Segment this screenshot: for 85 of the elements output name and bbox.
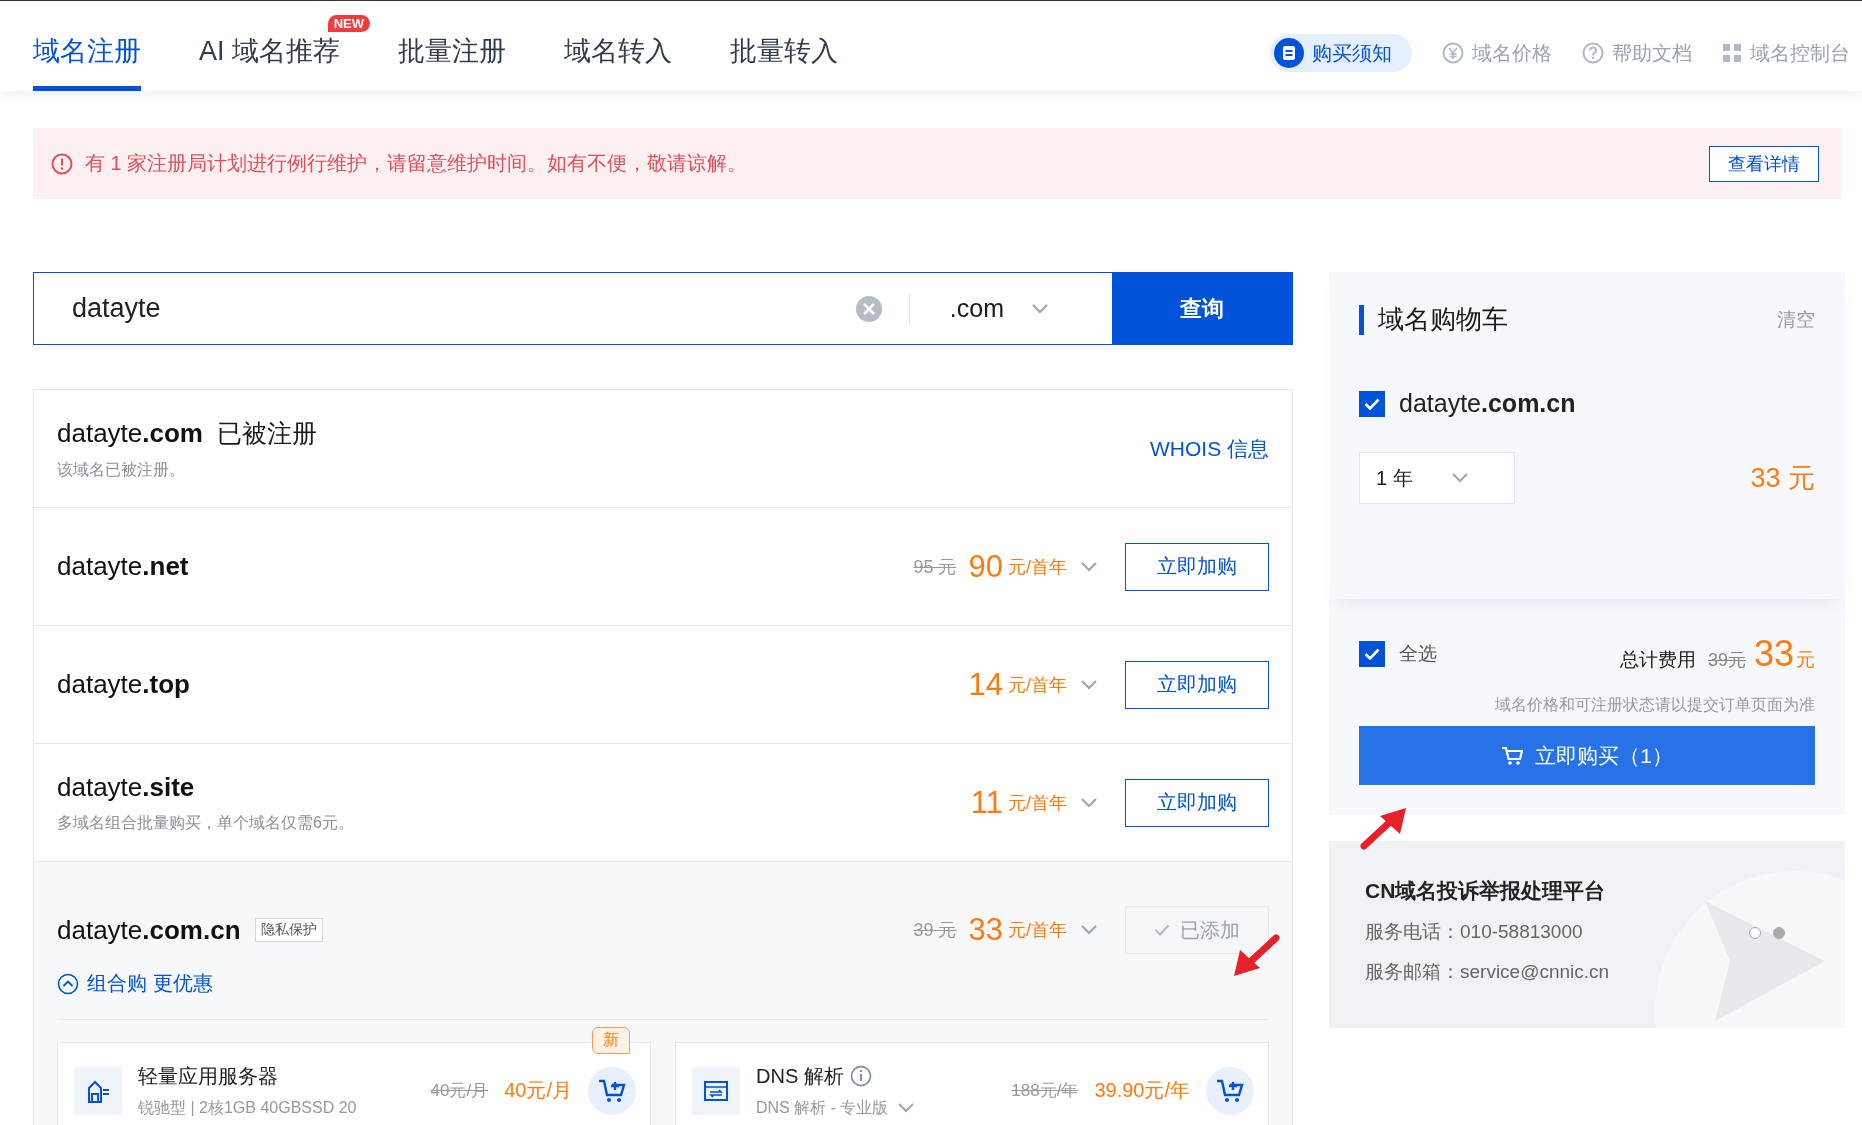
help-icon — [1582, 42, 1604, 64]
price: 33 — [968, 912, 1003, 948]
clear-icon — [854, 294, 883, 323]
chevron-down-icon — [1452, 473, 1468, 483]
price-unit: 元/首年 — [1008, 791, 1067, 815]
original-price: 39 元 — [913, 919, 957, 942]
price-unit: 元/首年 — [1008, 919, 1067, 942]
view-details-button[interactable]: 查看详情 — [1709, 145, 1819, 182]
checkmark-icon — [1364, 648, 1380, 660]
new-badge: NEW — [327, 15, 370, 32]
notice-text: 有 1 家注册局计划进行例行维护，请留意维护时间。如有不便，敬请谅解。 — [85, 151, 748, 176]
info-icon — [51, 152, 73, 175]
product-spec: 锐驰型 | 2核1GB 40GBSSD 20 — [138, 1097, 357, 1118]
privacy-tag: 隐私保护 — [254, 918, 323, 942]
checkmark-icon — [1154, 924, 1170, 936]
buy-now-button[interactable]: 立即购买（1） — [1359, 726, 1815, 785]
grid-icon — [1722, 43, 1742, 63]
product-spec: DNS 解析 - 专业版 — [756, 1097, 889, 1118]
original-price: 95 元 — [913, 555, 957, 579]
nav-tab[interactable]: 批量转入 — [730, 1, 838, 91]
domain-name: datayte.net — [57, 551, 189, 582]
search-field[interactable]: datayte .com 查询 — [33, 272, 1293, 345]
add-to-cart-button[interactable] — [588, 1066, 636, 1115]
domain-name: datayte.com — [57, 417, 203, 449]
select-all-label: 全选 — [1399, 642, 1437, 666]
chevron-down-icon — [1081, 797, 1097, 808]
item-price: 33 元 — [1750, 462, 1815, 495]
combo-toggle[interactable]: 组合购 更优惠 — [57, 970, 213, 997]
title-accent-bar — [1359, 304, 1364, 335]
cart-icon — [1501, 745, 1524, 766]
domain-name: datayte.top — [57, 669, 190, 700]
nav-tab[interactable]: 批量注册 — [398, 1, 506, 91]
registered-status: 已被注册 — [217, 417, 317, 449]
yen-icon — [1442, 42, 1464, 64]
chevron-down-icon — [1081, 561, 1097, 572]
price: 40元/月 — [504, 1078, 572, 1103]
row-note: 多域名组合批量购买，单个域名仅需6元。 — [57, 812, 354, 833]
cart-plus-icon — [1216, 1077, 1244, 1104]
contact-text: 服务邮箱：service@cnnic.cn — [1365, 960, 1610, 984]
collapse-icon — [57, 972, 79, 995]
cart-title: 域名购物车 — [1378, 303, 1508, 336]
total-label: 总计费用 — [1619, 648, 1696, 672]
checkbox[interactable] — [1359, 390, 1385, 417]
price-unit: 元/首年 — [1008, 555, 1067, 579]
nav-tab[interactable]: 域名注册 — [33, 1, 141, 91]
domain-name: datayte.site — [57, 771, 195, 803]
add-to-cart-button[interactable]: 立即加购 — [1125, 660, 1269, 709]
row-note: 该域名已被注册。 — [57, 459, 186, 480]
nav-tab[interactable]: 域名转入 — [564, 1, 672, 91]
contact-text: 服务电话：010-58813000 — [1365, 920, 1583, 944]
domain-name: datayte.com.cn — [57, 914, 241, 946]
whois-link[interactable]: WHOIS 信息 — [1150, 434, 1269, 463]
domain-name: datayte.com.cn — [1399, 389, 1576, 418]
chevron-down-icon — [1081, 925, 1097, 935]
chevron-down-icon — [898, 1103, 915, 1113]
new-badge: 新 — [592, 1026, 630, 1054]
price: 90 — [968, 548, 1003, 585]
add-to-cart-button[interactable]: 立即加购 — [1125, 542, 1269, 591]
original-price: 188元/年 — [1011, 1080, 1079, 1102]
price-unit: 元/首年 — [1008, 673, 1067, 697]
suffix-dropdown[interactable]: .com — [949, 294, 1076, 323]
price: 11 — [970, 784, 1003, 821]
cart-plus-icon — [598, 1077, 626, 1104]
checkmark-icon — [1364, 397, 1380, 410]
price: 14 — [968, 666, 1003, 703]
period-dropdown[interactable]: 1 年 — [1359, 452, 1515, 504]
product-title: 轻量应用服务器 — [138, 1063, 278, 1089]
info-icon — [849, 1065, 872, 1087]
original-total: 39元 — [1707, 649, 1746, 672]
checkbox[interactable] — [1359, 641, 1385, 667]
chevron-down-icon — [1032, 303, 1048, 314]
nav-link[interactable]: 购买须知 — [1270, 34, 1412, 72]
add-to-cart-button[interactable]: 立即加购 — [1125, 778, 1269, 827]
document-icon — [1274, 38, 1304, 68]
search-button[interactable]: 查询 — [1112, 273, 1292, 344]
add-to-cart-button[interactable] — [1206, 1066, 1254, 1115]
disclaimer-text: 域名价格和可注册状态请以提交订单页面为准 — [1494, 695, 1815, 715]
banner-title: CN域名投诉举报处理平台 — [1365, 878, 1607, 904]
total-price: 33 — [1753, 633, 1794, 675]
chevron-down-icon — [1081, 679, 1097, 690]
dns-icon — [703, 1079, 729, 1102]
original-price: 40元/月 — [430, 1080, 489, 1102]
currency-unit: 元 — [1796, 648, 1815, 672]
price: 39.90元/年 — [1094, 1078, 1190, 1103]
product-title: DNS 解析 — [756, 1063, 844, 1089]
